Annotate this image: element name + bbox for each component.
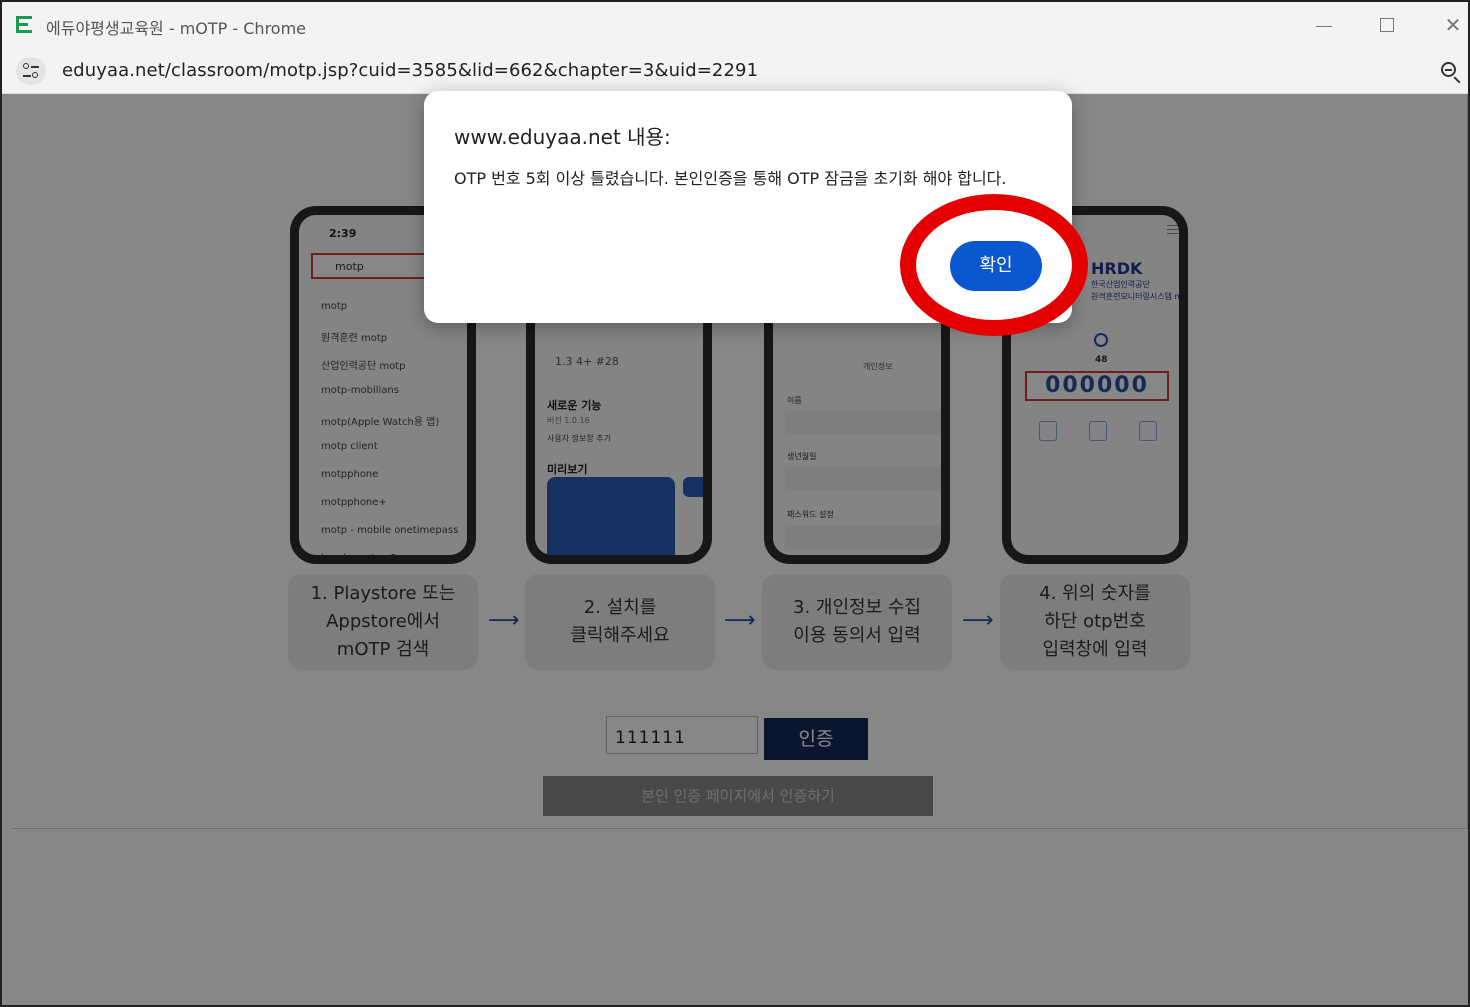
ok-button[interactable]: 확인	[950, 241, 1042, 291]
minimize-button[interactable]	[1306, 10, 1342, 40]
url-text[interactable]: eduyaa.net/classroom/motp.jsp?cuid=3585&…	[62, 60, 758, 81]
site-settings-icon[interactable]	[16, 57, 46, 85]
browser-window: 에듀야평생교육원 - mOTP - Chrome ✕ eduyaa.net/cl…	[0, 0, 1470, 1007]
maximize-icon	[1380, 18, 1394, 32]
address-bar: eduyaa.net/classroom/motp.jsp?cuid=3585&…	[2, 48, 1468, 94]
window-title: 에듀야평생교육원 - mOTP - Chrome	[46, 19, 307, 38]
close-icon: ✕	[1444, 13, 1462, 37]
close-button[interactable]: ✕	[1435, 10, 1468, 40]
minimize-icon	[1316, 26, 1332, 27]
zoom-icon[interactable]	[1440, 61, 1462, 84]
app-logo-icon	[14, 16, 34, 34]
title-bar: 에듀야평생교육원 - mOTP - Chrome ✕	[2, 2, 1468, 48]
maximize-button[interactable]	[1370, 10, 1406, 40]
dialog-title: www.eduyaa.net 내용:	[454, 125, 671, 149]
dialog-message: OTP 번호 5회 이상 틀렸습니다. 본인인증을 통해 OTP 잠금을 초기화…	[454, 169, 1007, 188]
alert-dialog: www.eduyaa.net 내용: OTP 번호 5회 이상 틀렸습니다. 본…	[424, 91, 1072, 323]
